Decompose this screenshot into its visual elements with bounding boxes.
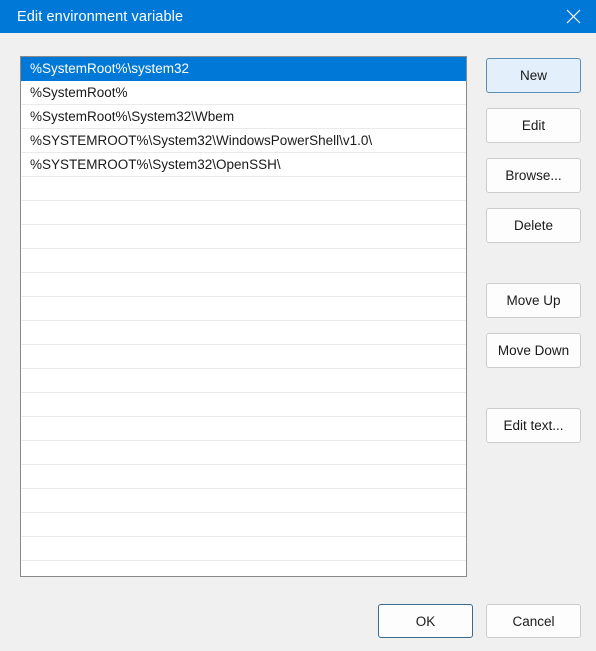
- cancel-button[interactable]: Cancel: [486, 604, 581, 638]
- list-item[interactable]: %SYSTEMROOT%\System32\OpenSSH\: [21, 153, 466, 177]
- list-item[interactable]: %SystemRoot%\System32\Wbem: [21, 105, 466, 129]
- new-button[interactable]: New: [486, 58, 581, 93]
- list-item[interactable]: %SYSTEMROOT%\System32\WindowsPowerShell\…: [21, 129, 466, 153]
- list-item[interactable]: %SystemRoot%: [21, 81, 466, 105]
- list-item-empty[interactable]: [21, 201, 466, 225]
- ok-button[interactable]: OK: [378, 604, 473, 638]
- edit-button[interactable]: Edit: [486, 108, 581, 143]
- move-up-button[interactable]: Move Up: [486, 283, 581, 318]
- list-item-empty[interactable]: [21, 465, 466, 489]
- list-item-empty[interactable]: [21, 441, 466, 465]
- edit-text-button[interactable]: Edit text...: [486, 408, 581, 443]
- list-item-empty[interactable]: [21, 297, 466, 321]
- list-item-empty[interactable]: [21, 273, 466, 297]
- list-item-empty[interactable]: [21, 369, 466, 393]
- list-item-empty[interactable]: [21, 249, 466, 273]
- list-item-empty[interactable]: [21, 225, 466, 249]
- list-item-empty[interactable]: [21, 321, 466, 345]
- title-bar: Edit environment variable: [0, 0, 596, 33]
- move-down-button[interactable]: Move Down: [486, 333, 581, 368]
- list-item-empty[interactable]: [21, 537, 466, 561]
- dialog-body: %SystemRoot%\system32 %SystemRoot% %System…: [0, 33, 596, 651]
- list-item-empty[interactable]: [21, 393, 466, 417]
- list-item-empty[interactable]: [21, 513, 466, 537]
- delete-button[interactable]: Delete: [486, 208, 581, 243]
- list-item-empty[interactable]: [21, 177, 466, 201]
- path-list[interactable]: %SystemRoot%\system32 %SystemRoot% %System…: [20, 56, 467, 577]
- close-button[interactable]: [550, 0, 596, 33]
- list-item-empty[interactable]: [21, 345, 466, 369]
- list-item[interactable]: %SystemRoot%\system32: [21, 57, 466, 81]
- list-item-empty[interactable]: [21, 417, 466, 441]
- browse-button[interactable]: Browse...: [486, 158, 581, 193]
- list-item-empty[interactable]: [21, 489, 466, 513]
- window-title: Edit environment variable: [17, 8, 184, 25]
- close-icon: [566, 9, 581, 24]
